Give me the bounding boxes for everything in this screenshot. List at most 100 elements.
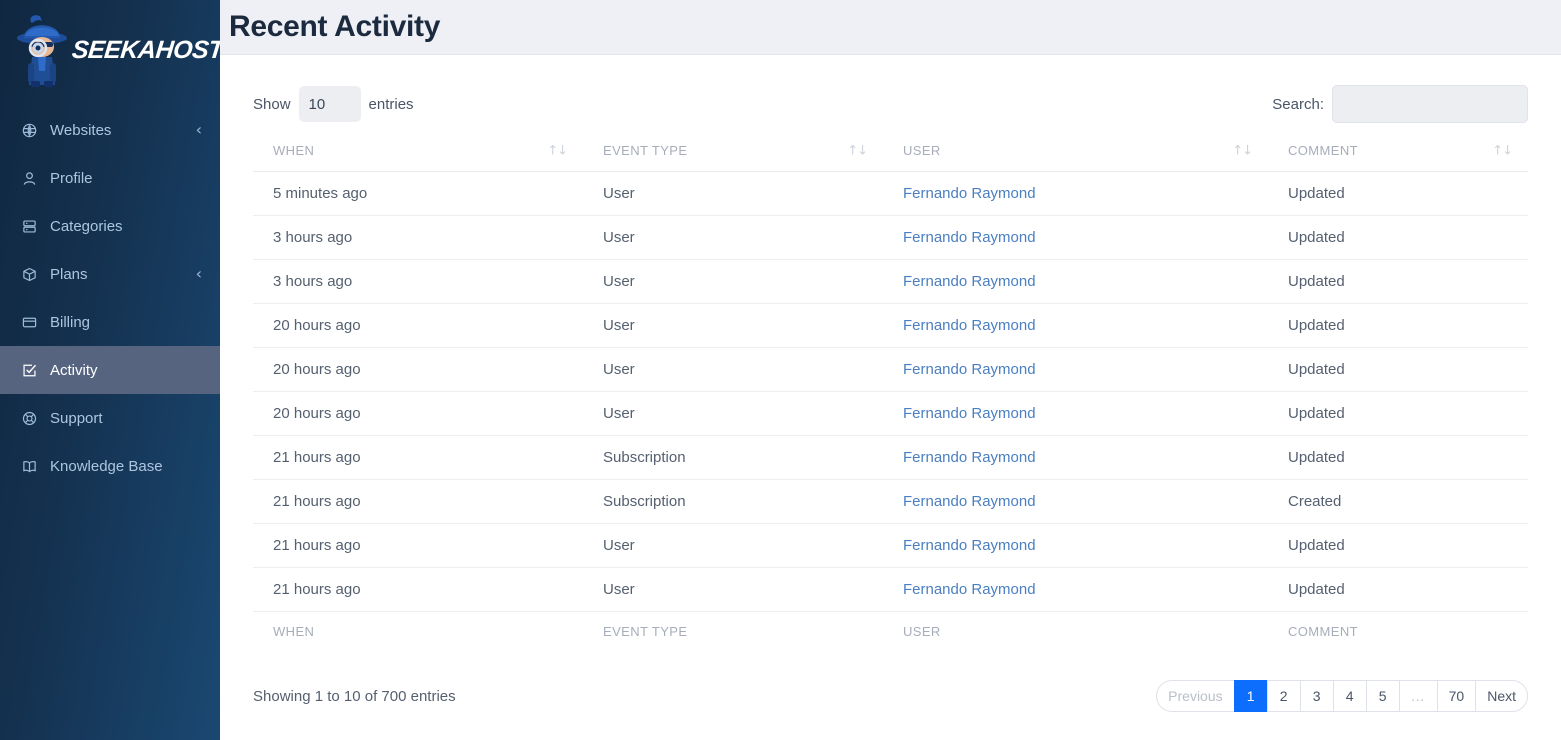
sidebar-item-activity[interactable]: Activity: [0, 346, 220, 394]
cell-user: Fernando Raymond: [883, 304, 1268, 348]
column-label: COMMENT: [1288, 624, 1358, 639]
cell-when: 20 hours ago: [253, 348, 583, 392]
pagination-button-next[interactable]: Next: [1475, 680, 1528, 712]
check-square-icon: [22, 363, 44, 378]
cell-comment: Updated: [1268, 304, 1528, 348]
pagination-button-70[interactable]: 70: [1437, 680, 1476, 712]
pagination-button-previous: Previous: [1156, 680, 1233, 712]
cell-comment: Updated: [1268, 260, 1528, 304]
sort-icon[interactable]: ↑↓: [1232, 144, 1252, 159]
sidebar-item-billing[interactable]: Billing: [0, 298, 220, 346]
cell-user: Fernando Raymond: [883, 436, 1268, 480]
column-header-comment[interactable]: COMMENT ↑↓: [1268, 131, 1528, 172]
table-header-row: WHEN ↑↓ EVENT TYPE ↑↓ USER ↑↓: [253, 131, 1528, 172]
search-input[interactable]: [1332, 85, 1528, 123]
column-label: EVENT TYPE: [603, 624, 687, 639]
footer-column-comment: COMMENT: [1268, 612, 1528, 653]
book-icon: [22, 459, 44, 474]
user-link[interactable]: Fernando Raymond: [903, 273, 1036, 290]
brand-name: SEEKAHOST: [70, 36, 220, 65]
table-row: 21 hours agoUserFernando RaymondUpdated: [253, 568, 1528, 612]
credit-card-icon: [22, 315, 44, 330]
column-header-user[interactable]: USER ↑↓: [883, 131, 1268, 172]
column-header-when[interactable]: WHEN ↑↓: [253, 131, 583, 172]
activity-card: Show 102550100 entries Search:: [220, 55, 1561, 722]
pagination-button-1[interactable]: 1: [1234, 680, 1267, 712]
cell-user: Fernando Raymond: [883, 392, 1268, 436]
sort-icon[interactable]: ↑↓: [1492, 144, 1512, 159]
user-link[interactable]: Fernando Raymond: [903, 185, 1036, 202]
sidebar: SEEKAHOST Websites ‹: [0, 0, 220, 740]
sidebar-item-label: Profile: [44, 170, 202, 187]
column-header-event-type[interactable]: EVENT TYPE ↑↓: [583, 131, 883, 172]
sidebar-item-label: Activity: [44, 362, 202, 379]
user-link[interactable]: Fernando Raymond: [903, 361, 1036, 378]
chevron-left-icon: ‹: [196, 122, 202, 138]
cell-event-type: User: [583, 348, 883, 392]
table-row: 20 hours agoUserFernando RaymondUpdated: [253, 392, 1528, 436]
cell-user: Fernando Raymond: [883, 568, 1268, 612]
main-content: Recent Activity Show 102550100 entries S…: [220, 0, 1561, 740]
footer-column-user: USER: [883, 612, 1268, 653]
entries-info: Showing 1 to 10 of 700 entries: [253, 688, 456, 705]
table-row: 5 minutes agoUserFernando RaymondUpdated: [253, 172, 1528, 216]
cell-comment: Updated: [1268, 436, 1528, 480]
user-link[interactable]: Fernando Raymond: [903, 493, 1036, 510]
cell-when: 20 hours ago: [253, 392, 583, 436]
cell-event-type: Subscription: [583, 480, 883, 524]
sort-icon[interactable]: ↑↓: [547, 144, 567, 159]
box-icon: [22, 267, 44, 282]
sidebar-item-websites[interactable]: Websites ‹: [0, 106, 220, 154]
table-row: 3 hours agoUserFernando RaymondUpdated: [253, 216, 1528, 260]
pagination-button-4[interactable]: 4: [1333, 680, 1366, 712]
table-row: 3 hours agoUserFernando RaymondUpdated: [253, 260, 1528, 304]
sidebar-item-label: Billing: [44, 314, 202, 331]
pagination-button-5[interactable]: 5: [1366, 680, 1399, 712]
cell-comment: Updated: [1268, 524, 1528, 568]
globe-icon: [22, 123, 44, 138]
column-label: WHEN: [273, 624, 314, 639]
column-label: USER: [903, 143, 941, 158]
cell-when: 20 hours ago: [253, 304, 583, 348]
page-title: Recent Activity: [229, 10, 440, 44]
user-link[interactable]: Fernando Raymond: [903, 229, 1036, 246]
sidebar-item-plans[interactable]: Plans ‹: [0, 250, 220, 298]
chevron-left-icon: ‹: [196, 266, 202, 282]
user-link[interactable]: Fernando Raymond: [903, 537, 1036, 554]
user-icon: [22, 171, 44, 186]
sidebar-nav: Websites ‹ Profile: [0, 100, 220, 490]
sidebar-item-support[interactable]: Support: [0, 394, 220, 442]
cell-when: 21 hours ago: [253, 524, 583, 568]
table-body: 5 minutes agoUserFernando RaymondUpdated…: [253, 172, 1528, 612]
brand-logo[interactable]: SEEKAHOST: [0, 0, 220, 100]
page-length-select[interactable]: 102550100: [299, 86, 361, 122]
detective-mascot-logo-icon: [14, 11, 70, 89]
sidebar-item-label: Websites: [44, 122, 196, 139]
cell-comment: Updated: [1268, 348, 1528, 392]
sort-icon[interactable]: ↑↓: [847, 144, 867, 159]
table-foot: WHEN EVENT TYPE USER COMMENT: [253, 612, 1528, 653]
sidebar-item-categories[interactable]: Categories: [0, 202, 220, 250]
footer-column-event-type: EVENT TYPE: [583, 612, 883, 653]
user-link[interactable]: Fernando Raymond: [903, 581, 1036, 598]
cell-comment: Updated: [1268, 568, 1528, 612]
page-length-control: Show 102550100 entries: [253, 86, 414, 122]
sidebar-item-profile[interactable]: Profile: [0, 154, 220, 202]
sidebar-item-label: Knowledge Base: [44, 458, 202, 475]
pagination-button-: …: [1399, 680, 1437, 712]
entries-label: entries: [369, 96, 414, 113]
column-label: COMMENT: [1288, 143, 1358, 158]
cell-user: Fernando Raymond: [883, 348, 1268, 392]
cell-comment: Updated: [1268, 172, 1528, 216]
table-row: 21 hours agoUserFernando RaymondUpdated: [253, 524, 1528, 568]
user-link[interactable]: Fernando Raymond: [903, 405, 1036, 422]
pagination-button-2[interactable]: 2: [1267, 680, 1300, 712]
table-footer-row: WHEN EVENT TYPE USER COMMENT: [253, 612, 1528, 653]
footer-column-when: WHEN: [253, 612, 583, 653]
cell-comment: Updated: [1268, 216, 1528, 260]
cell-event-type: User: [583, 260, 883, 304]
sidebar-item-knowledge-base[interactable]: Knowledge Base: [0, 442, 220, 490]
user-link[interactable]: Fernando Raymond: [903, 449, 1036, 466]
user-link[interactable]: Fernando Raymond: [903, 317, 1036, 334]
pagination-button-3[interactable]: 3: [1300, 680, 1333, 712]
